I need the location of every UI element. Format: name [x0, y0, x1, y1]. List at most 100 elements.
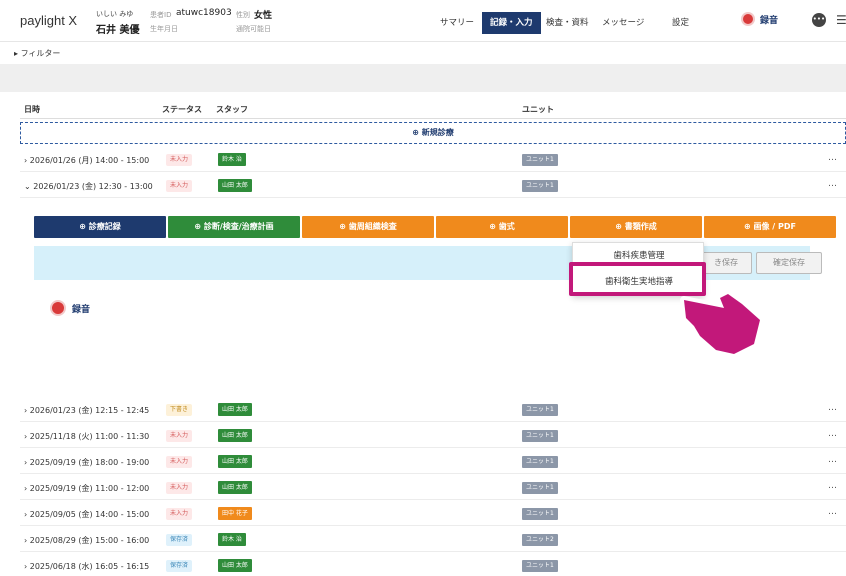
unit-badge: ユニット1 — [522, 430, 558, 442]
pointing-hand-icon — [680, 290, 764, 358]
staff-badge: 田中 花子 — [218, 507, 252, 520]
patient-id-label: 患者ID — [150, 11, 172, 19]
staff-badge: 山田 太郎 — [218, 455, 252, 468]
more-icon[interactable]: … — [828, 507, 837, 517]
nav-message[interactable]: メッセージ — [594, 12, 652, 34]
draft-save-button[interactable]: き保存 — [700, 252, 752, 274]
filter-label: フィルター — [20, 49, 61, 58]
status-badge: 未入力 — [166, 482, 193, 494]
table-row[interactable]: › 2025/08/29 (金) 15:00 - 16:00 保存済 鈴木 治 … — [20, 528, 846, 552]
row-date: › 2025/06/18 (水) 16:05 - 16:15 — [24, 562, 150, 571]
medical-record-button[interactable]: ⊕ 診療記録 — [34, 216, 166, 238]
chat-icon[interactable]: ••• — [812, 13, 826, 27]
sex-label: 性別 — [236, 11, 250, 19]
status-badge: 保存済 — [166, 560, 193, 572]
row-date: › 2026/01/26 (月) 14:00 - 15:00 — [24, 156, 150, 165]
patient-id-value: atuwc18903 — [176, 8, 232, 18]
table-row[interactable]: › 2025/09/19 (金) 18:00 - 19:00 未入力 山田 太郎… — [20, 450, 846, 474]
plus-circle-icon: ⊕ — [412, 128, 419, 137]
top-bar: paylight X いしい みゆ 石井 美優 患者ID atuwc18903 … — [0, 0, 846, 42]
table-row[interactable]: › 2025/11/18 (火) 11:00 - 11:30 未入力 山田 太郎… — [20, 424, 846, 448]
col-status: ステータス — [162, 105, 202, 114]
birth-label: 生年月日 — [150, 25, 178, 33]
status-badge: 保存済 — [166, 534, 193, 546]
table-row[interactable]: › 2026/01/23 (金) 12:15 - 12:45 下書き 山田 太郎… — [20, 398, 846, 422]
table-row[interactable]: › 2025/09/19 (金) 11:00 - 12:00 未入力 山田 太郎… — [20, 476, 846, 500]
nav-settings[interactable]: 設定 — [664, 12, 697, 34]
plus-circle-icon: ⊕ — [194, 222, 202, 231]
row-date: › 2025/09/19 (金) 18:00 - 19:00 — [24, 458, 150, 467]
row-date: › 2025/09/19 (金) 11:00 - 12:00 — [24, 484, 150, 493]
record-dot-icon[interactable] — [741, 12, 755, 26]
row-date: › 2025/08/29 (金) 15:00 - 16:00 — [24, 536, 150, 545]
new-visit-button[interactable]: ⊕ 新規診療 — [20, 122, 846, 144]
table-row[interactable]: ⌄ 2026/01/23 (金) 12:30 - 13:00 未入力 山田 太郎… — [20, 174, 846, 198]
nav-record-input[interactable]: 記録・入力 — [482, 12, 541, 34]
unit-badge: ユニット1 — [522, 404, 558, 416]
plus-circle-icon: ⊕ — [615, 222, 622, 231]
status-badge: 未入力 — [166, 456, 193, 468]
status-badge: 未入力 — [166, 508, 193, 520]
image-pdf-button[interactable]: ⊕ 画像 / PDF — [704, 216, 836, 238]
filter-bar: ▸ フィルター — [0, 42, 846, 64]
table-row[interactable]: › 2026/01/26 (月) 14:00 - 15:00 未入力 鈴木 治 … — [20, 148, 846, 172]
nav-summary[interactable]: サマリー — [432, 12, 482, 34]
patient-name: 石井 美優 — [96, 25, 140, 36]
document-create-button[interactable]: ⊕ 書類作成 — [570, 216, 702, 238]
unit-badge: ユニット1 — [522, 154, 558, 166]
staff-badge: 山田 太郎 — [218, 429, 252, 442]
status-badge: 未入力 — [166, 154, 193, 166]
status-badge: 下書き — [166, 404, 193, 416]
more-icon[interactable]: … — [828, 455, 837, 465]
unit-badge: ユニット1 — [522, 482, 558, 494]
col-staff: スタッフ — [216, 105, 248, 114]
header-divider — [20, 118, 846, 119]
staff-badge: 山田 太郎 — [218, 559, 252, 572]
periodontal-exam-button[interactable]: ⊕ 歯周組織検査 — [302, 216, 434, 238]
new-visit-label: 新規診療 — [421, 128, 454, 137]
staff-badge: 山田 太郎 — [218, 481, 252, 494]
patient-kana: いしい みゆ — [96, 10, 134, 18]
row-date: › 2025/09/05 (金) 14:00 - 15:00 — [24, 510, 150, 519]
nav-exam-docs[interactable]: 検査・資料 — [538, 12, 597, 34]
more-icon[interactable]: … — [828, 153, 837, 163]
visit-label: 通院可能日 — [236, 25, 271, 33]
app-logo: paylight X — [20, 13, 78, 28]
diagnosis-button[interactable]: ⊕ 診断/検査/治療計画 — [168, 216, 300, 238]
table-row[interactable]: › 2025/09/05 (金) 14:00 - 15:00 未入力 田中 花子… — [20, 502, 846, 526]
unit-badge: ユニット1 — [522, 508, 558, 520]
dental-chart-button[interactable]: ⊕ 歯式 — [436, 216, 568, 238]
plus-circle-icon: ⊕ — [79, 222, 86, 231]
panel-record-label[interactable]: 録音 — [72, 302, 90, 315]
staff-badge: 山田 太郎 — [218, 179, 252, 192]
more-icon[interactable]: … — [828, 429, 837, 439]
col-date: 日時 — [24, 105, 40, 114]
more-icon[interactable]: … — [828, 481, 837, 491]
record-dot-icon[interactable] — [50, 300, 66, 316]
filter-toggle[interactable]: ▸ フィルター — [14, 48, 60, 59]
confirm-save-button[interactable]: 確定保存 — [756, 252, 822, 274]
status-badge: 未入力 — [166, 180, 193, 192]
unit-badge: ユニット2 — [522, 534, 558, 546]
row-date: › 2025/11/18 (火) 11:00 - 11:30 — [24, 432, 150, 441]
col-unit: ユニット — [522, 105, 554, 114]
plus-circle-icon: ⊕ — [339, 222, 346, 231]
staff-badge: 鈴木 治 — [218, 533, 246, 546]
unit-badge: ユニット1 — [522, 180, 558, 192]
plus-circle-icon: ⊕ — [744, 222, 751, 231]
table-row[interactable]: › 2025/06/18 (水) 16:05 - 16:15 保存済 山田 太郎… — [20, 554, 846, 576]
sex-value: 女性 — [254, 11, 273, 21]
record-button-label[interactable]: 録音 — [760, 13, 778, 26]
more-icon[interactable]: … — [828, 179, 837, 189]
status-badge: 未入力 — [166, 430, 193, 442]
staff-badge: 鈴木 治 — [218, 153, 246, 166]
plus-circle-icon: ⊕ — [489, 222, 496, 231]
row-date: › 2026/01/23 (金) 12:15 - 12:45 — [24, 406, 150, 415]
gray-band — [0, 64, 846, 92]
unit-badge: ユニット1 — [522, 456, 558, 468]
staff-badge: 山田 太郎 — [218, 403, 252, 416]
unit-badge: ユニット1 — [522, 560, 558, 572]
more-icon[interactable]: … — [828, 403, 837, 413]
menu-icon[interactable]: ☰ — [836, 13, 846, 27]
row-date: ⌄ 2026/01/23 (金) 12:30 - 13:00 — [24, 182, 153, 191]
